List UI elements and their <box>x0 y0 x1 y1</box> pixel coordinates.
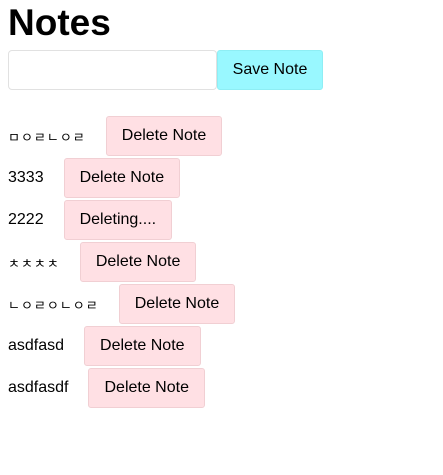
note-text: ㄴㅇㄹㅇㄴㅇㄹ <box>8 298 99 314</box>
delete-note-button[interactable]: Delete Note <box>105 116 223 156</box>
note-text: asdfasd <box>8 337 65 354</box>
note-item: asdfasd Delete Note <box>8 325 435 367</box>
delete-note-button[interactable]: Delete Note <box>63 158 181 198</box>
notes-app: Notes Save Note ㅁㅇㄹㄴㅇㄹ Delete Note 3333 … <box>0 0 443 475</box>
save-note-button[interactable]: Save Note <box>217 50 323 90</box>
note-item: 2222 Deleting.... <box>8 199 435 241</box>
note-item: ㅁㅇㄹㄴㅇㄹ Delete Note <box>8 115 435 157</box>
note-text: 3333 <box>8 169 44 186</box>
note-item: ㅊㅊㅊㅊ Delete Note <box>8 241 435 283</box>
delete-note-button[interactable]: Delete Note <box>79 242 197 282</box>
note-text: asdfasdf <box>8 379 69 396</box>
delete-note-button[interactable]: Delete Note <box>88 368 205 408</box>
note-item: asdfasdf Delete Note <box>8 367 435 409</box>
note-input[interactable] <box>8 50 217 90</box>
note-text: ㅊㅊㅊㅊ <box>8 256 60 272</box>
notes-list: ㅁㅇㄹㄴㅇㄹ Delete Note 3333 Delete Note 2222… <box>8 115 435 409</box>
page-title: Notes <box>8 2 111 43</box>
note-item: 3333 Delete Note <box>8 157 435 199</box>
note-form: Save Note <box>8 50 435 90</box>
delete-note-button[interactable]: Deleting.... <box>63 200 173 240</box>
delete-note-button[interactable]: Delete Note <box>118 284 236 324</box>
delete-note-button[interactable]: Delete Note <box>84 326 201 366</box>
note-text: 2222 <box>8 211 44 228</box>
note-item: ㄴㅇㄹㅇㄴㅇㄹ Delete Note <box>8 283 435 325</box>
note-text: ㅁㅇㄹㄴㅇㄹ <box>8 130 86 146</box>
